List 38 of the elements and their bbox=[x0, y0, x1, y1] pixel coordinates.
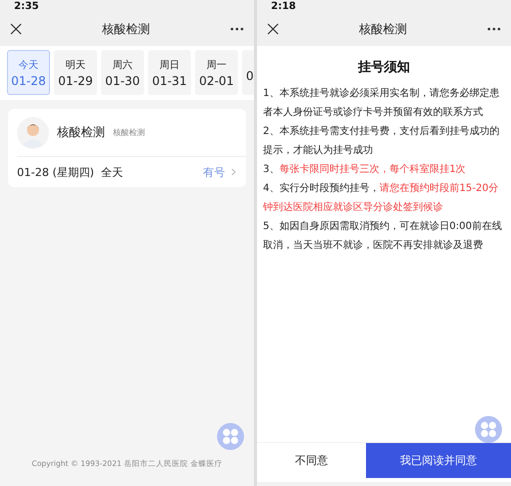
status-time: 2:18 bbox=[271, 2, 296, 12]
date-tab[interactable]: 周六 01-30 bbox=[101, 50, 144, 95]
doctor-name: 核酸检测 bbox=[57, 124, 105, 141]
notice-paragraph: 4、实行分时段预约挂号，请您在预约时段前15-20分钟到达医院相应就诊区导分诊处签到候诊 bbox=[263, 182, 500, 215]
date-label: 01-29 bbox=[58, 74, 93, 88]
date-label: 0 bbox=[246, 69, 254, 83]
notice-paragraph: 3、每张卡限同时挂号三次，每个科室限挂1次 bbox=[263, 162, 467, 177]
date-tab[interactable]: 0 bbox=[242, 50, 254, 95]
notice-paragraph: 1、本系统挂号就诊必须采用实名制，请您务必绑定患者本人身份证号或诊疗卡号并预留有效的联系方式 bbox=[263, 86, 500, 120]
weekday-label: 明天 bbox=[66, 58, 86, 72]
doctor-card[interactable]: 核酸检测 核酸检测 01-28 (星期四) 全天 有号 bbox=[8, 109, 246, 187]
date-label: 01-31 bbox=[152, 74, 187, 88]
close-icon[interactable] bbox=[267, 23, 279, 35]
date-tab[interactable]: 今天 01-28 bbox=[7, 50, 50, 95]
date-tab[interactable]: 周一 02-01 bbox=[195, 50, 238, 95]
agree-button[interactable]: 我已阅读并同意 bbox=[366, 443, 511, 478]
status-time: 2:35 bbox=[14, 2, 39, 12]
date-label: 01-28 bbox=[11, 74, 46, 88]
close-icon[interactable] bbox=[10, 23, 22, 35]
notice-title: 挂号须知 bbox=[356, 59, 411, 77]
more-icon[interactable] bbox=[230, 27, 244, 31]
notice-paragraph: 2、本系统挂号需支付挂号费，支付后看到挂号成功的提示，才能认为挂号成功 bbox=[263, 124, 500, 158]
weekday-label: 周一 bbox=[206, 58, 226, 72]
department-label: 核酸检测 bbox=[113, 127, 145, 138]
date-tab[interactable]: 明天 01-29 bbox=[54, 50, 97, 95]
date-tab[interactable]: 周日 01-31 bbox=[148, 50, 191, 95]
weekday-label: 周六 bbox=[112, 58, 132, 72]
more-icon[interactable] bbox=[487, 27, 501, 31]
avatar-icon bbox=[17, 116, 49, 148]
page-title: 核酸检测 bbox=[102, 20, 150, 38]
schedule-text: 01-28 (星期四) 全天 bbox=[17, 164, 124, 180]
date-label: 01-30 bbox=[105, 74, 140, 88]
weekday-label: 今天 bbox=[18, 58, 38, 72]
weekday-label: 周日 bbox=[160, 58, 180, 72]
date-label: 02-01 bbox=[199, 74, 234, 88]
notice-paragraph: 5、如因自身原因需取消预约，可在就诊日0:00前在线取消，当天当班不就诊，医院不再安排就诊及退费 bbox=[263, 220, 503, 253]
chevron-right-icon bbox=[231, 168, 236, 176]
page-title: 核酸检测 bbox=[359, 20, 407, 38]
